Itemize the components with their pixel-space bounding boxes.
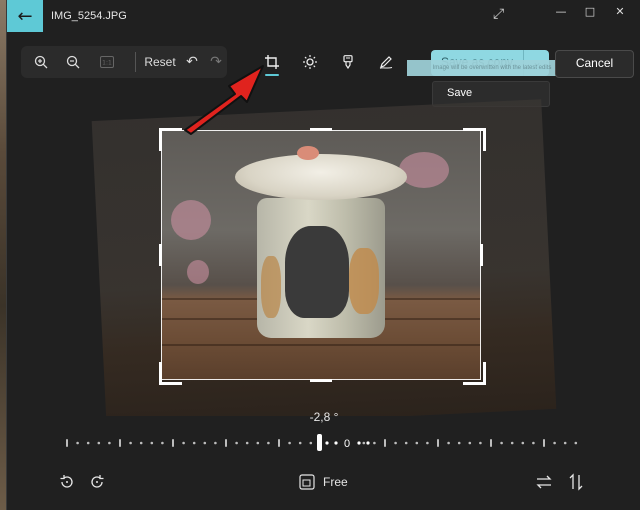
slider-tick xyxy=(404,441,408,445)
aspect-ratio-icon xyxy=(299,474,315,490)
crop-handle-bottom-right[interactable] xyxy=(463,362,486,385)
slider-tick xyxy=(479,441,482,445)
slider-tick xyxy=(394,441,397,445)
window-title: IMG_5254.JPG xyxy=(51,10,127,22)
slider-thumb[interactable] xyxy=(317,434,322,451)
slider-tick xyxy=(490,439,492,447)
title-bar: ← IMG_5254.JPG ⤢ — □ ✕ xyxy=(7,0,640,36)
zoom-in-button[interactable] xyxy=(27,46,55,78)
slider-tick xyxy=(553,441,556,445)
slider-tick xyxy=(521,441,525,445)
slider-tick xyxy=(256,441,260,445)
slider-tick xyxy=(447,441,450,445)
slider-tick xyxy=(468,441,472,445)
save-tooltip: Image will be overwritten with the lates… xyxy=(407,60,577,76)
crop-frame[interactable] xyxy=(161,130,481,380)
slider-tick xyxy=(245,441,249,445)
slider-tick xyxy=(334,441,338,445)
slider-tick xyxy=(97,441,101,445)
slider-tick xyxy=(543,439,545,447)
actual-size-icon: 1:1 xyxy=(100,56,114,68)
slider-tick xyxy=(288,441,291,445)
aspect-ratio-button[interactable]: Free xyxy=(299,470,348,494)
slider-tick xyxy=(325,441,329,445)
slider-tick xyxy=(192,441,196,445)
flip-horizontal-icon xyxy=(536,475,552,489)
slider-tick xyxy=(108,441,111,445)
zoom-out-icon xyxy=(66,55,80,69)
filter-icon xyxy=(343,55,353,69)
slider-tick xyxy=(357,441,361,445)
rotate-right-icon xyxy=(91,475,104,488)
actual-size-button[interactable]: 1:1 xyxy=(93,46,121,78)
slider-tick xyxy=(574,441,578,445)
zoom-out-button[interactable] xyxy=(59,46,87,78)
aspect-ratio-label: Free xyxy=(323,475,348,489)
crop-handle-top[interactable] xyxy=(310,128,332,131)
flip-horizontal-button[interactable] xyxy=(535,470,553,494)
flip-vertical-button[interactable] xyxy=(568,470,584,494)
expand-icon[interactable]: ⤢ xyxy=(493,6,504,22)
slider-tick xyxy=(500,441,503,445)
back-arrow-icon: ← xyxy=(17,5,33,27)
slider-tick xyxy=(86,441,90,445)
image-canvas xyxy=(7,96,640,416)
svg-text:1:1: 1:1 xyxy=(102,60,112,67)
slider-tick xyxy=(510,441,514,445)
slider-tick xyxy=(384,439,386,447)
photos-editor-window: ← IMG_5254.JPG ⤢ — □ ✕ 1:1 Reset ↶ ↷ Ima… xyxy=(6,0,640,510)
slider-tick xyxy=(298,441,302,445)
straighten-slider[interactable]: 0 xyxy=(57,430,587,460)
slider-tick xyxy=(362,441,366,445)
slider-tick xyxy=(235,441,238,445)
toolbar-divider xyxy=(135,52,136,72)
slider-tick xyxy=(563,441,567,445)
straighten-angle-readout: -2,8 ° xyxy=(309,410,339,424)
rotate-left-button[interactable] xyxy=(59,470,75,494)
crop-handle-right[interactable] xyxy=(480,244,483,266)
slider-tick xyxy=(214,441,217,445)
slider-tick xyxy=(426,441,429,445)
red-annotation-arrow xyxy=(184,65,264,135)
maximize-button[interactable]: □ xyxy=(580,5,600,18)
slider-tick xyxy=(119,439,121,447)
slider-tick xyxy=(129,441,132,445)
close-button[interactable]: ✕ xyxy=(610,5,630,18)
crop-handle-bottom[interactable] xyxy=(310,379,332,382)
slider-tick xyxy=(373,441,376,445)
crop-handle-left[interactable] xyxy=(159,244,162,266)
slider-tick xyxy=(457,441,461,445)
slider-tick xyxy=(437,439,439,447)
slider-tick xyxy=(76,441,79,445)
slider-tick xyxy=(278,439,280,447)
slider-tick xyxy=(139,441,143,445)
adjust-icon xyxy=(303,55,317,69)
slider-tick xyxy=(415,441,419,445)
slider-tick xyxy=(161,441,164,445)
slider-tick xyxy=(203,441,207,445)
markup-icon xyxy=(379,56,393,69)
slider-tick xyxy=(225,439,227,447)
adjust-tool-button[interactable] xyxy=(299,46,321,78)
flip-vertical-icon xyxy=(569,473,583,491)
slider-tick xyxy=(532,441,535,445)
minimize-button[interactable]: — xyxy=(551,5,571,18)
crop-handle-bottom-left[interactable] xyxy=(159,362,182,385)
slider-zero-label: 0 xyxy=(344,438,350,450)
back-button[interactable]: ← xyxy=(7,0,43,32)
slider-tick xyxy=(182,441,185,445)
filter-tool-button[interactable] xyxy=(337,46,359,78)
rotate-right-button[interactable] xyxy=(89,470,105,494)
slider-tick xyxy=(150,441,154,445)
slider-tick xyxy=(366,441,370,445)
slider-tick xyxy=(66,439,68,447)
rotate-left-icon xyxy=(60,475,73,488)
cancel-button[interactable]: Cancel xyxy=(555,50,634,78)
slider-tick xyxy=(309,441,313,445)
slider-tick xyxy=(267,441,270,445)
slider-tick xyxy=(172,439,174,447)
zoom-in-icon xyxy=(34,55,48,69)
markup-tool-button[interactable] xyxy=(375,46,397,78)
crop-handle-top-right[interactable] xyxy=(463,128,486,151)
